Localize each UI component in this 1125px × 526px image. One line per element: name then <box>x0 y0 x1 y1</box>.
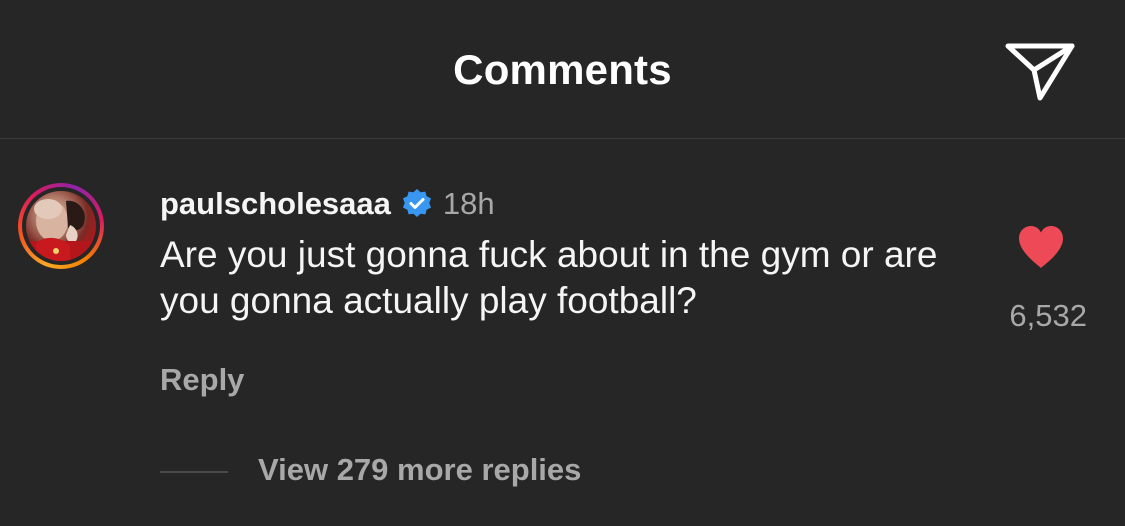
share-button[interactable] <box>1004 40 1076 104</box>
username-link[interactable]: paulscholesaaa <box>160 186 391 222</box>
comment-meta: paulscholesaaa 18h <box>160 184 980 224</box>
reply-button[interactable]: Reply <box>160 362 244 398</box>
page-title: Comments <box>453 46 672 93</box>
like-count: 6,532 <box>1009 298 1087 333</box>
profile-photo <box>26 191 96 261</box>
heart-filled-icon <box>1019 226 1063 268</box>
avatar[interactable] <box>18 183 104 269</box>
comment-timestamp: 18h <box>442 186 495 221</box>
verified-badge-icon <box>402 189 431 217</box>
profile-photo-illustration <box>26 199 96 261</box>
paper-plane-icon <box>1005 43 1075 101</box>
like-button[interactable] <box>1016 224 1066 270</box>
view-replies-button[interactable]: View 279 more replies <box>258 452 581 488</box>
comment: paulscholesaaa 18h Are you just gonna fu… <box>160 184 980 324</box>
replies-divider <box>160 471 228 473</box>
comment-text: Are you just gonna fuck about in the gym… <box>160 234 938 321</box>
comments-header: Comments <box>0 0 1125 139</box>
